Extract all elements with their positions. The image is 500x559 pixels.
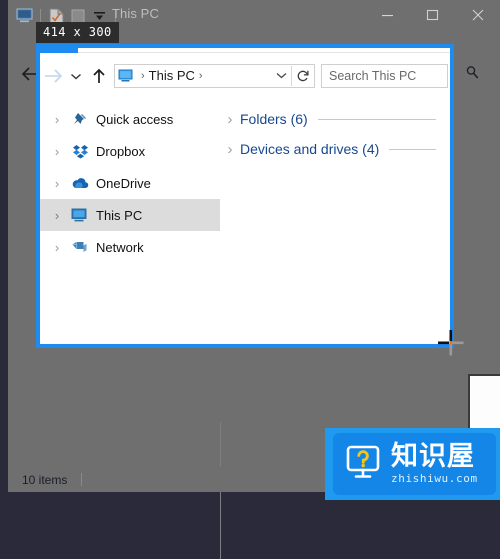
this-pc-icon[interactable] bbox=[14, 5, 36, 27]
monitor-question-icon bbox=[343, 442, 383, 487]
this-pc-icon bbox=[68, 208, 92, 223]
address-toolbar: › This PC › Search This PC bbox=[40, 57, 450, 94]
screen: This PC File Computer View ? bbox=[0, 0, 500, 559]
breadcrumb-separator-1[interactable]: › bbox=[137, 70, 149, 82]
breadcrumb-this-pc-icon[interactable] bbox=[115, 69, 137, 83]
sidebar-item-quick-access[interactable]: › Quick access bbox=[40, 103, 220, 135]
sidebar-item-this-pc[interactable]: › This PC bbox=[40, 199, 220, 231]
expander-chevron-right-icon[interactable]: › bbox=[46, 240, 68, 255]
active-window-content: › Quick access › Dropbox › OneDrive › Th… bbox=[40, 94, 450, 344]
maximize-button[interactable] bbox=[410, 0, 455, 30]
close-button[interactable] bbox=[455, 0, 500, 30]
window-title: This PC bbox=[112, 6, 159, 21]
network-icon bbox=[68, 240, 92, 255]
expander-chevron-right-icon[interactable]: › bbox=[46, 112, 68, 127]
onedrive-cloud-icon bbox=[68, 176, 92, 190]
group-label: Folders (6) bbox=[240, 111, 308, 127]
expander-chevron-right-icon[interactable]: › bbox=[46, 176, 68, 191]
expander-chevron-right-icon[interactable]: › bbox=[46, 208, 68, 223]
active-window-tab-strip bbox=[40, 44, 450, 57]
watermark-brand: 知识屋 bbox=[391, 441, 475, 472]
forward-button[interactable] bbox=[40, 62, 66, 90]
sidebar-item-network[interactable]: › Network bbox=[40, 231, 220, 263]
navigation-pane: › Quick access › Dropbox › OneDrive › Th… bbox=[40, 94, 220, 344]
watermark-url: zhishiwu.com bbox=[391, 472, 478, 485]
active-tab-marker bbox=[40, 44, 78, 53]
watermark-text: 知识屋 zhishiwu.com bbox=[391, 443, 478, 485]
sidebar-item-label: OneDrive bbox=[96, 175, 151, 191]
group-rule bbox=[317, 118, 436, 120]
group-header-devices-and-drives[interactable]: › Devices and drives (4) bbox=[220, 134, 450, 164]
search-placeholder: Search This PC bbox=[329, 68, 417, 83]
qat-separator-1 bbox=[40, 9, 41, 23]
sidebar-item-onedrive[interactable]: › OneDrive bbox=[40, 167, 220, 199]
sidebar-item-label: Network bbox=[96, 239, 144, 255]
group-chevron-right-icon[interactable]: › bbox=[220, 111, 240, 128]
watermark-badge: 知识屋 zhishiwu.com bbox=[333, 433, 496, 495]
group-chevron-right-icon[interactable]: › bbox=[220, 141, 240, 158]
tab-strip-hairline bbox=[78, 52, 450, 53]
window-controls bbox=[365, 0, 500, 30]
address-bar[interactable]: › This PC › bbox=[114, 63, 315, 88]
address-history-chevron-down-icon[interactable] bbox=[271, 71, 291, 80]
search-icon[interactable] bbox=[460, 60, 484, 84]
refresh-icon[interactable] bbox=[292, 69, 314, 83]
sidebar-item-label: Quick access bbox=[96, 111, 174, 127]
resize-crosshair-cursor bbox=[438, 330, 466, 358]
group-header-folders[interactable]: › Folders (6) bbox=[220, 104, 450, 134]
active-window-client-area: › This PC › Search This PC › Quick acces… bbox=[40, 44, 450, 344]
up-button[interactable] bbox=[86, 62, 112, 90]
expander-chevron-right-icon[interactable]: › bbox=[46, 144, 68, 159]
breadcrumb-segment-this-pc[interactable]: This PC bbox=[149, 68, 195, 83]
sidebar-item-label: Dropbox bbox=[96, 143, 146, 159]
breadcrumb-separator-2[interactable]: › bbox=[195, 70, 207, 82]
group-label: Devices and drives (4) bbox=[240, 141, 380, 157]
file-list-pane: › Folders (6) › Devices and drives (4) bbox=[220, 94, 450, 344]
status-separator bbox=[81, 473, 83, 486]
dropbox-icon bbox=[68, 143, 92, 160]
search-input[interactable]: Search This PC bbox=[321, 63, 448, 88]
resize-size-tooltip: 414 x 300 bbox=[36, 22, 119, 43]
pin-icon bbox=[68, 111, 92, 128]
active-explorer-window: › This PC › Search This PC › Quick acces… bbox=[36, 44, 454, 348]
minimize-button[interactable] bbox=[365, 0, 410, 30]
group-rule bbox=[389, 148, 436, 150]
sidebar-item-label: This PC bbox=[96, 207, 143, 223]
background-secondary-panel bbox=[468, 374, 500, 436]
item-count-label: 10 items bbox=[22, 472, 68, 487]
sidebar-item-dropbox[interactable]: › Dropbox bbox=[40, 135, 220, 167]
watermark: 知识屋 zhishiwu.com bbox=[325, 428, 500, 500]
recent-locations-chevron-down-icon[interactable] bbox=[66, 62, 86, 90]
